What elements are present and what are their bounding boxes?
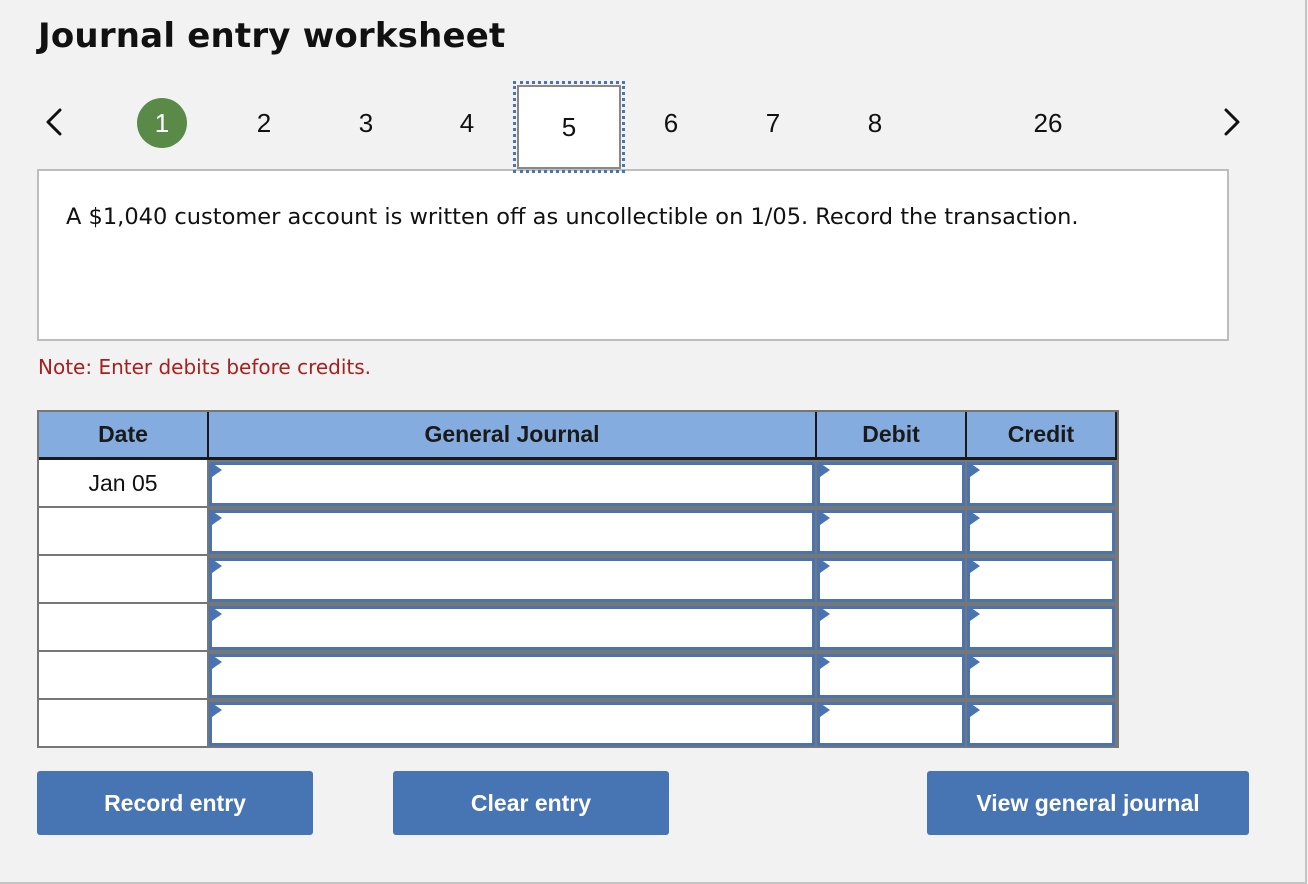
account-input[interactable] (209, 558, 815, 602)
account-input[interactable] (209, 462, 815, 506)
question-text: A $1,040 customer account is written off… (66, 204, 1079, 230)
debit-input-cell (817, 508, 967, 554)
credit-input[interactable] (967, 510, 1115, 554)
header-general-journal: General Journal (209, 412, 817, 460)
credit-input-cell (967, 508, 1117, 554)
credit-input[interactable] (967, 462, 1115, 506)
date-cell (39, 508, 209, 554)
header-date: Date (39, 412, 209, 460)
account-input-cell (209, 604, 817, 650)
journal-table: Date General Journal Debit Credit Jan 05 (37, 410, 1119, 748)
credit-input[interactable] (967, 702, 1115, 746)
clear-entry-button[interactable]: Clear entry (393, 771, 669, 835)
credit-input[interactable] (967, 654, 1115, 698)
account-input-cell (209, 556, 817, 602)
debit-input-cell (817, 700, 967, 746)
account-input-cell (209, 652, 817, 698)
journal-row (39, 508, 1117, 554)
date-cell (39, 556, 209, 602)
page-8[interactable]: 8 (845, 84, 905, 162)
credit-input[interactable] (967, 606, 1115, 650)
page-2[interactable]: 2 (234, 84, 294, 162)
page-1[interactable]: 1 (132, 84, 192, 162)
debit-input[interactable] (817, 462, 965, 506)
date-cell (39, 700, 209, 746)
credit-input-cell (967, 652, 1117, 698)
debit-input[interactable] (817, 510, 965, 554)
journal-body: Jan 05 (39, 460, 1117, 746)
account-input[interactable] (209, 510, 815, 554)
page-5-current[interactable]: 5 (513, 81, 625, 173)
page-4[interactable]: 4 (437, 84, 497, 162)
debit-input[interactable] (817, 558, 965, 602)
journal-row (39, 604, 1117, 650)
credit-input[interactable] (967, 558, 1115, 602)
chevron-left-icon (46, 108, 62, 136)
account-input-cell (209, 508, 817, 554)
page-7[interactable]: 7 (743, 84, 803, 162)
view-general-journal-button[interactable]: View general journal (927, 771, 1249, 835)
header-credit: Credit (967, 412, 1117, 460)
question-pager: 1 2 3 4 5 6 7 8 26 (0, 81, 1305, 174)
completed-badge: 1 (137, 98, 187, 148)
page-26[interactable]: 26 (1018, 84, 1078, 162)
instruction-note: Note: Enter debits before credits. (38, 355, 372, 379)
credit-input-cell (967, 556, 1117, 602)
journal-row: Jan 05 (39, 460, 1117, 506)
date-cell (39, 652, 209, 698)
debit-input[interactable] (817, 606, 965, 650)
debit-input-cell (817, 460, 967, 506)
debit-input[interactable] (817, 702, 965, 746)
date-cell (39, 604, 209, 650)
account-input-cell (209, 700, 817, 746)
date-cell: Jan 05 (39, 460, 209, 506)
account-input-cell (209, 460, 817, 506)
credit-input-cell (967, 460, 1117, 506)
question-box: A $1,040 customer account is written off… (37, 169, 1229, 341)
debit-input-cell (817, 652, 967, 698)
credit-input-cell (967, 604, 1117, 650)
next-button[interactable] (1216, 104, 1246, 140)
page-3[interactable]: 3 (336, 84, 396, 162)
page-6[interactable]: 6 (641, 84, 701, 162)
chevron-right-icon (1224, 108, 1240, 136)
debit-input[interactable] (817, 654, 965, 698)
journal-row (39, 556, 1117, 602)
journal-row (39, 652, 1117, 698)
credit-input-cell (967, 700, 1117, 746)
journal-header-row: Date General Journal Debit Credit (39, 412, 1117, 460)
page-title: Journal entry worksheet (38, 16, 506, 56)
header-debit: Debit (817, 412, 967, 460)
debit-input-cell (817, 604, 967, 650)
account-input[interactable] (209, 606, 815, 650)
journal-row (39, 700, 1117, 746)
account-input[interactable] (209, 654, 815, 698)
record-entry-button[interactable]: Record entry (37, 771, 313, 835)
worksheet-panel: Journal entry worksheet 1 2 3 4 5 6 7 8 … (0, 0, 1307, 884)
previous-button[interactable] (40, 104, 70, 140)
account-input[interactable] (209, 702, 815, 746)
debit-input-cell (817, 556, 967, 602)
